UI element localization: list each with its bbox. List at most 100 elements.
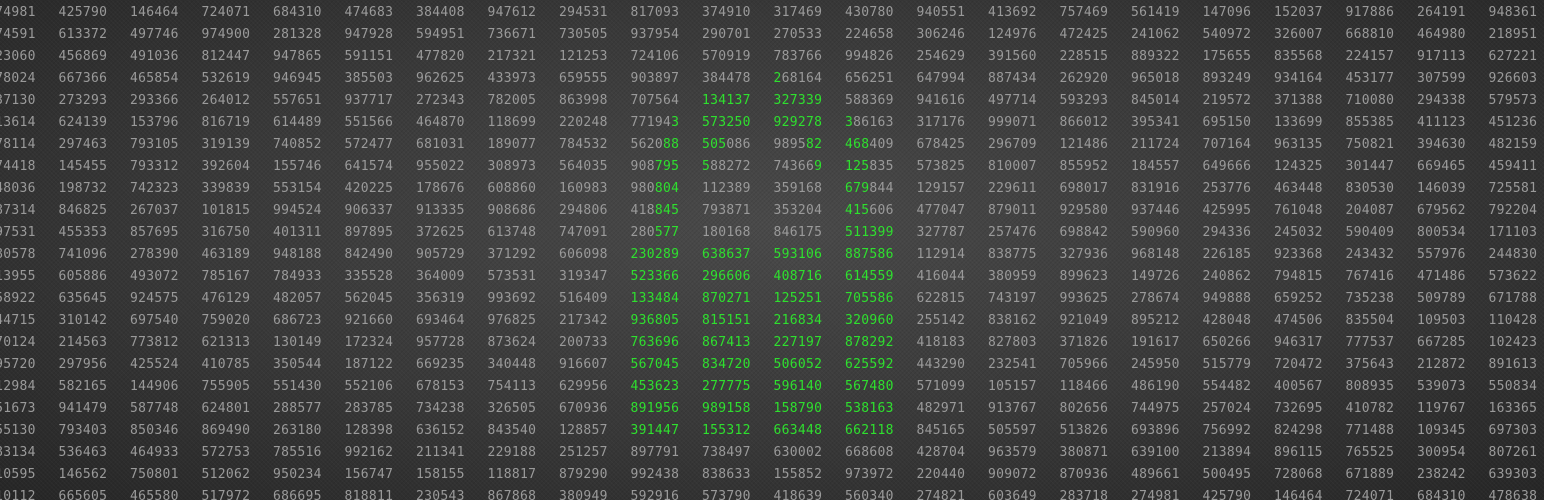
grid-cell: 320960 [845,313,894,328]
grid-cell: 613372 [58,27,108,42]
grid-cell: 283718 [1059,489,1109,500]
grid-cell: 384478 [702,71,751,86]
grid-cell: 579573 [1488,93,1538,108]
grid-cell: 353204 [773,203,823,218]
grid-cell: 273293 [58,93,108,108]
grid-cell: 624139 [58,115,108,130]
grid-cell: 297956 [58,357,108,372]
grid-cell: 133484 [630,291,680,306]
grid-cell: 270533 [773,27,823,42]
grid-row: 613614 624139 153796 816719 614489 551566 4648… [0,112,1544,134]
grid-cell: 668608 [845,445,894,460]
grid-cell: 121486 [1059,137,1109,152]
grid-cell: 371826 [1059,335,1109,350]
grid-cell: 906337 [344,203,394,218]
grid-cell: 149726 [1131,269,1180,284]
grid-cell: 863998 [559,93,608,108]
grid-cell: 463189 [201,247,251,262]
grid-cell: 724071 [201,5,251,20]
grid-cell: 866012 [1059,115,1109,130]
grid-cell: 649666 [1202,159,1252,174]
grid-row: 751673 941479 587748 624801 288577 283785 7342… [0,398,1544,420]
grid-cell: 220248 [559,115,608,130]
grid-cell: 112389 [702,181,751,196]
grid-cell: 500495 [1202,467,1252,482]
grid-cell: 725581 [1488,181,1538,196]
grid-cell: 937954 [630,27,680,42]
grid-cell: 224658 [845,27,894,42]
grid-cell: 989158 [702,401,751,416]
grid-cell: 946945 [273,71,322,86]
grid-cell: 755905 [201,379,251,394]
grid-cell: 741096 [58,247,108,262]
grid-cell: 613748 [487,225,537,240]
grid-cell: 144906 [130,379,179,394]
grid-cell: 594951 [416,27,465,42]
grid-cell: 873624 [487,335,537,350]
grid-cell: 637130 [0,93,36,108]
grid-cell: 227197 [773,335,823,350]
grid-cell: 268164 [773,71,823,86]
grid-cell: 371388 [1274,93,1323,108]
grid-cell: 410782 [1345,401,1395,416]
grid-cell: 293366 [130,93,179,108]
grid-cell: 278390 [130,247,179,262]
grid-cell: 158155 [416,467,465,482]
grid-cell: 992438 [630,467,680,482]
grid-cell: 428048 [1202,313,1252,328]
grid-cell: 937717 [344,93,394,108]
grid-cell: 491036 [130,49,179,64]
grid-cell: 374910 [702,5,751,20]
grid-cell: 191617 [1131,335,1180,350]
grid-cell: 465580 [130,489,179,500]
grid-cell: 730505 [559,27,608,42]
grid-cell: 109503 [1417,313,1466,328]
grid-cell: 380949 [559,489,608,500]
grid-cell: 693464 [416,313,465,328]
grid-row: 848036 198732 742323 339839 553154 420225 1786… [0,178,1544,200]
grid-cell: 200733 [559,335,608,350]
grid-cell: 993692 [487,291,537,306]
grid-cell: 477820 [416,49,465,64]
grid-cell: 327787 [916,225,966,240]
grid-cell: 879290 [559,467,608,482]
grid-cell: 917886 [1345,5,1395,20]
grid-row: 158922 635645 924575 476129 482057 562045 3563… [0,288,1544,310]
grid-cell: 158790 [773,401,823,416]
grid-cell: 551430 [273,379,322,394]
grid-cell: 551566 [344,115,394,130]
grid-cell: 897895 [344,225,394,240]
grid-cell: 572753 [201,445,251,460]
grid-cell: 720472 [1274,357,1323,372]
grid-cell: 243432 [1345,247,1395,262]
grid-cell: 230543 [416,489,465,500]
grid-cell: 950234 [273,467,322,482]
grid-cell: 464980 [1417,27,1466,42]
grid-cell: 506052 [773,357,823,372]
grid-cell: 254629 [916,49,966,64]
grid-cell: 335528 [344,269,394,284]
grid-cell: 659555 [559,71,608,86]
grid-cell: 456869 [58,49,108,64]
grid-cell: 679844 [845,181,894,196]
grid-cell: 641574 [344,159,394,174]
grid-cell: 756992 [1202,423,1252,438]
grid-cell: 948188 [273,247,322,262]
grid-cell: 540972 [1202,27,1252,42]
grid-cell: 158922 [0,291,36,306]
grid-cell: 125251 [773,291,823,306]
grid-cell: 850346 [130,423,179,438]
grid-cell: 705966 [1059,357,1109,372]
grid-cell: 155852 [773,467,823,482]
grid-cell: 385503 [344,71,394,86]
grid-cell: 817093 [630,5,680,20]
grid-cell: 710595 [0,467,36,482]
grid-cell: 965018 [1131,71,1180,86]
grid-cell: 482057 [273,291,322,306]
grid-cell: 698017 [1059,181,1109,196]
grid-cell: 375643 [1345,357,1395,372]
grid-cell: 146039 [1417,181,1466,196]
grid-cell: 921049 [1059,313,1109,328]
grid-cell: 750821 [1345,137,1395,152]
grid-cell: 317469 [773,5,823,20]
